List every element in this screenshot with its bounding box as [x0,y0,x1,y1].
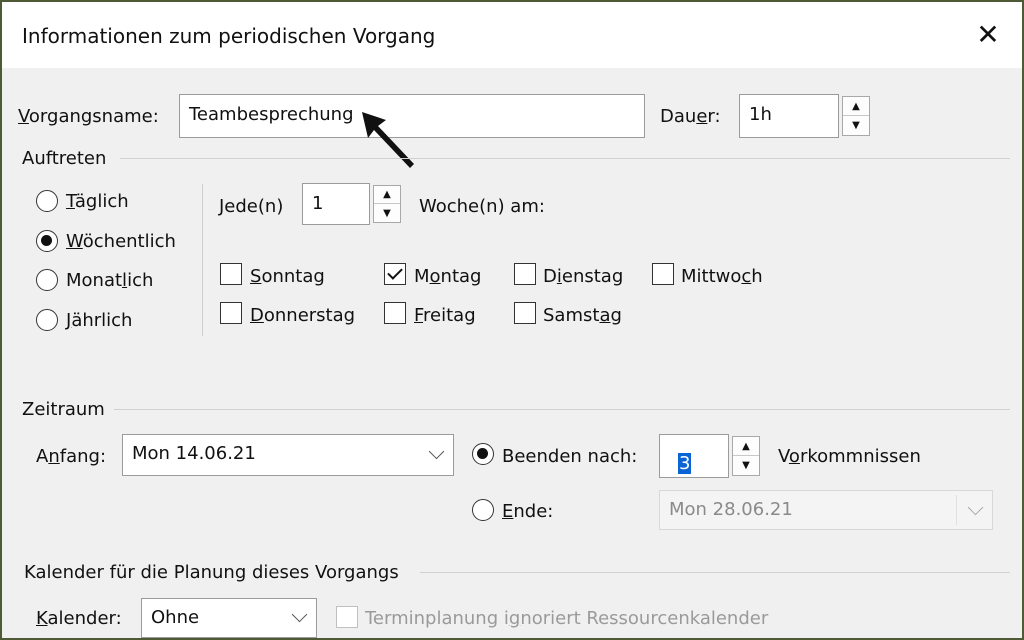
radio-daily-label: Täglich [66,191,129,212]
chevron-down-icon [291,606,308,623]
close-icon[interactable]: ✕ [964,12,1012,58]
spin-up-icon[interactable]: ▲ [374,186,400,204]
task-name-label: Vorgangsname: [18,106,159,127]
checkbox-thursday[interactable] [220,302,242,324]
radio-weekly[interactable] [36,230,58,252]
divider [956,495,957,525]
checkbox-friday[interactable] [384,302,406,324]
radio-daily[interactable] [36,190,58,212]
radio-yearly[interactable] [36,309,58,331]
every-label: Jede(n) [219,196,284,217]
occurrences-label: Vorkommnissen [778,446,921,467]
title-bar: Informationen zum periodischen Vorgang ✕ [2,2,1022,68]
start-date-select[interactable]: Mon 14.06.21 [122,434,454,476]
calendar-select[interactable]: Ohne [141,598,317,638]
checkbox-friday-label: Freitag [414,305,476,326]
every-spinner[interactable]: ▲ ▼ [373,185,401,223]
end-after-selected-text: 3 [678,453,692,474]
radio-yearly-label: Jährlich [66,310,133,331]
chevron-down-icon [967,499,984,516]
checkbox-tuesday-label: Dienstag [543,266,624,287]
checkbox-wednesday-label: Mittwoch [681,266,763,287]
checkbox-monday[interactable] [384,263,406,285]
checkbox-thursday-label: Donnerstag [250,305,356,326]
vertical-divider [202,184,203,336]
spin-down-icon[interactable]: ▼ [733,456,759,475]
divider [420,572,1010,573]
every-value: 1 [312,193,324,214]
spin-up-icon[interactable]: ▲ [843,97,869,116]
calendar-value: Ohne [151,607,200,628]
end-by-label: Ende: [502,501,554,522]
recurring-task-dialog: Informationen zum periodischen Vorgang ✕… [0,0,1024,640]
duration-value: 1h [749,104,772,125]
recurrence-section-label: Auftreten [22,148,107,169]
divider [114,409,1010,410]
checkbox-tuesday[interactable] [514,263,536,285]
end-after-input[interactable]: 3 [659,434,729,478]
dialog-title: Informationen zum periodischen Vorgang [22,24,436,48]
checkbox-sunday-label: Sonntag [250,266,325,287]
spin-down-icon[interactable]: ▼ [374,204,400,222]
radio-weekly-label: Wöchentlich [66,231,176,252]
duration-spinner[interactable]: ▲ ▼ [842,96,870,136]
end-date-value: Mon 28.06.21 [669,499,793,520]
spin-up-icon[interactable]: ▲ [733,437,759,456]
checkbox-saturday[interactable] [514,302,536,324]
checkbox-ignore-resource-calendar[interactable] [336,606,358,628]
radio-end-by[interactable] [472,499,494,521]
checkbox-sunday[interactable] [220,263,242,285]
radio-end-after[interactable] [472,443,494,465]
spin-down-icon[interactable]: ▼ [843,116,869,135]
radio-monthly-label: Monatlich [66,270,154,291]
duration-label: Dauer: [660,106,721,127]
task-name-value: Teambesprechung [189,104,354,125]
duration-input[interactable]: 1h [739,94,839,138]
pointer-arrow-icon [362,112,414,168]
radio-monthly[interactable] [36,269,58,291]
every-input[interactable]: 1 [302,183,370,225]
end-date-select[interactable]: Mon 28.06.21 [659,490,993,530]
end-after-label: Beenden nach: [502,446,638,467]
chevron-down-icon [428,443,445,460]
weeks-on-label: Woche(n) am: [419,196,545,217]
calendar-section-label: Kalender für die Planung dieses Vorgangs [24,562,399,583]
checkbox-wednesday[interactable] [652,263,674,285]
checkbox-saturday-label: Samstag [543,305,622,326]
start-date-value: Mon 14.06.21 [132,443,256,464]
divider [120,158,1010,159]
checkbox-monday-label: Montag [414,266,482,287]
end-after-spinner[interactable]: ▲ ▼ [732,436,760,476]
range-section-label: Zeitraum [22,399,105,420]
start-label: Anfang: [36,446,107,467]
calendar-label: Kalender: [36,608,122,629]
ignore-resource-calendar-label: Terminplanung ignoriert Ressourcenkalend… [365,608,769,629]
